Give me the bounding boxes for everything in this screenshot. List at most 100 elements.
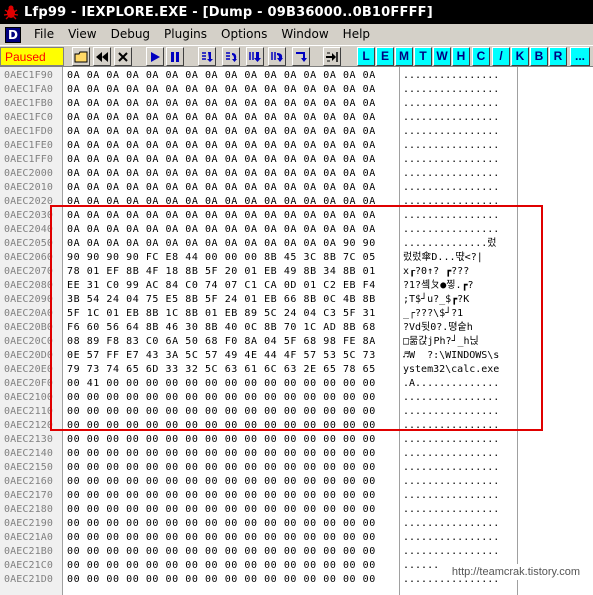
dump-row-ascii[interactable]: ................ bbox=[403, 195, 499, 209]
dump-row-ascii[interactable]: ..............렀 bbox=[403, 237, 497, 251]
trace-into-button[interactable] bbox=[246, 47, 264, 66]
dump-row-hex[interactable]: EE 31 C0 99 AC 84 C0 74 07 C1 CA 0D 01 C… bbox=[67, 279, 376, 293]
dump-row-ascii[interactable]: .A.............. bbox=[403, 377, 499, 391]
dump-row-hex[interactable]: 00 00 00 00 00 00 00 00 00 00 00 00 00 0… bbox=[67, 531, 376, 545]
threads-window-button[interactable]: T bbox=[414, 47, 432, 66]
dump-row-ascii[interactable]: ................ bbox=[403, 209, 499, 223]
dump-row-hex[interactable]: 0A 0A 0A 0A 0A 0A 0A 0A 0A 0A 0A 0A 0A 0… bbox=[67, 69, 376, 83]
dump-row-ascii[interactable]: ................ bbox=[403, 545, 499, 559]
dump-row-hex[interactable]: 79 73 74 65 6D 33 32 5C 63 61 6C 63 2E 6… bbox=[67, 363, 376, 377]
dump-row-ascii[interactable]: ................ bbox=[403, 517, 499, 531]
dump-row-ascii[interactable]: ................ bbox=[403, 447, 499, 461]
dump-row-hex[interactable]: 0A 0A 0A 0A 0A 0A 0A 0A 0A 0A 0A 0A 0A 0… bbox=[67, 209, 376, 223]
dump-row-hex[interactable]: 0A 0A 0A 0A 0A 0A 0A 0A 0A 0A 0A 0A 0A 0… bbox=[67, 83, 376, 97]
open-button[interactable] bbox=[72, 47, 90, 66]
dump-row-hex[interactable]: 0A 0A 0A 0A 0A 0A 0A 0A 0A 0A 0A 0A 0A 0… bbox=[67, 167, 376, 181]
dump-row-hex[interactable]: 0A 0A 0A 0A 0A 0A 0A 0A 0A 0A 0A 0A 0A 0… bbox=[67, 195, 376, 209]
dump-row-ascii[interactable]: x┎?0↑? ┏??? bbox=[403, 265, 469, 279]
more-windows-button[interactable]: ... bbox=[570, 47, 590, 66]
menu-file[interactable]: File bbox=[27, 25, 61, 44]
run-button[interactable] bbox=[146, 47, 164, 66]
dump-row-ascii[interactable]: ................ bbox=[403, 111, 499, 125]
dump-row-hex[interactable]: 00 00 00 00 00 00 00 00 00 00 00 00 00 0… bbox=[67, 447, 376, 461]
dump-row-hex[interactable]: 00 00 00 00 00 00 00 00 00 00 00 00 00 0… bbox=[67, 517, 376, 531]
memory-window-button[interactable]: M bbox=[395, 47, 413, 66]
dump-row-ascii[interactable]: _┌???\$┘?1 bbox=[403, 307, 463, 321]
title-bar[interactable]: Lfp99 - IEXPLORE.EXE - [Dump - 09B36000.… bbox=[0, 0, 593, 24]
cpu-window-button[interactable]: C bbox=[472, 47, 490, 66]
menu-plugins[interactable]: Plugins bbox=[157, 25, 214, 44]
menu-view[interactable]: View bbox=[61, 25, 103, 44]
dump-row-hex[interactable]: 0A 0A 0A 0A 0A 0A 0A 0A 0A 0A 0A 0A 0A 0… bbox=[67, 181, 376, 195]
dump-row-hex[interactable]: 78 01 EF 8B 4F 18 8B 5F 20 01 EB 49 8B 3… bbox=[67, 265, 376, 279]
trace-over-button[interactable] bbox=[268, 47, 286, 66]
dump-row-hex[interactable]: 0A 0A 0A 0A 0A 0A 0A 0A 0A 0A 0A 0A 0A 0… bbox=[67, 139, 376, 153]
modules-window-button[interactable]: E bbox=[376, 47, 394, 66]
pause-button[interactable] bbox=[166, 47, 184, 66]
dump-row-hex[interactable]: 00 00 00 00 00 00 00 00 00 00 00 00 00 0… bbox=[67, 433, 376, 447]
dump-row-hex[interactable]: 3B 54 24 04 75 E5 8B 5F 24 01 EB 66 8B 0… bbox=[67, 293, 376, 307]
dump-row-hex[interactable]: 00 00 00 00 00 00 00 00 00 00 00 00 00 0… bbox=[67, 573, 376, 587]
go-to-origin-button[interactable] bbox=[323, 47, 341, 66]
dump-row-hex[interactable]: 08 89 F8 83 C0 6A 50 68 F0 8A 04 5F 68 9… bbox=[67, 335, 376, 349]
dump-row-ascii[interactable]: ................ bbox=[403, 489, 499, 503]
dump-row-hex[interactable]: 00 00 00 00 00 00 00 00 00 00 00 00 00 0… bbox=[67, 559, 376, 573]
menu-window[interactable]: Window bbox=[274, 25, 335, 44]
dump-row-ascii[interactable]: ................ bbox=[403, 97, 499, 111]
dump-row-hex[interactable]: 90 90 90 90 FC E8 44 00 00 00 8B 45 3C 8… bbox=[67, 251, 376, 265]
hex-column[interactable]: 0A 0A 0A 0A 0A 0A 0A 0A 0A 0A 0A 0A 0A 0… bbox=[63, 67, 400, 595]
dump-row-ascii[interactable]: ................ bbox=[403, 125, 499, 139]
dump-row-ascii[interactable]: ................ bbox=[403, 405, 499, 419]
breakpoints-window-button[interactable]: B bbox=[530, 47, 548, 66]
step-into-button[interactable] bbox=[198, 47, 216, 66]
dump-row-hex[interactable]: 00 41 00 00 00 00 00 00 00 00 00 00 00 0… bbox=[67, 377, 376, 391]
dump-row-ascii[interactable]: ................ bbox=[403, 461, 499, 475]
handles-window-button[interactable]: H bbox=[452, 47, 470, 66]
windows-window-button[interactable]: W bbox=[433, 47, 451, 66]
dump-row-hex[interactable]: 00 00 00 00 00 00 00 00 00 00 00 00 00 0… bbox=[67, 419, 376, 433]
dump-row-hex[interactable]: 0A 0A 0A 0A 0A 0A 0A 0A 0A 0A 0A 0A 0A 0… bbox=[67, 97, 376, 111]
dump-row-ascii[interactable]: ................ bbox=[403, 153, 499, 167]
dump-row-hex[interactable]: 0A 0A 0A 0A 0A 0A 0A 0A 0A 0A 0A 0A 0A 0… bbox=[67, 125, 376, 139]
dump-row-hex[interactable]: 5F 1C 01 EB 8B 1C 8B 01 EB 89 5C 24 04 C… bbox=[67, 307, 376, 321]
dump-row-ascii[interactable]: ................ bbox=[403, 223, 499, 237]
dump-row-hex[interactable]: 00 00 00 00 00 00 00 00 00 00 00 00 00 0… bbox=[67, 391, 376, 405]
dump-row-hex[interactable]: 00 00 00 00 00 00 00 00 00 00 00 00 00 0… bbox=[67, 475, 376, 489]
dump-row-hex[interactable]: 0A 0A 0A 0A 0A 0A 0A 0A 0A 0A 0A 0A 0A 0… bbox=[67, 237, 376, 251]
menu-help[interactable]: Help bbox=[336, 25, 377, 44]
dump-row-hex[interactable]: 0A 0A 0A 0A 0A 0A 0A 0A 0A 0A 0A 0A 0A 0… bbox=[67, 111, 376, 125]
dump-row-ascii[interactable]: ................ bbox=[403, 83, 499, 97]
dump-row-ascii[interactable]: ystem32\calc.exe bbox=[403, 363, 499, 377]
ascii-column[interactable]: ........................................… bbox=[400, 67, 518, 595]
dump-row-ascii[interactable]: ................ bbox=[403, 181, 499, 195]
memory-dump-pane[interactable]: 0AEC1F90 0AEC1FA0 0AEC1FB0 0AEC1FC0 0AEC1FD0… bbox=[0, 67, 593, 595]
log-window-button[interactable]: L bbox=[357, 47, 375, 66]
step-over-button[interactable] bbox=[222, 47, 240, 66]
execute-till-return-button[interactable] bbox=[292, 47, 310, 66]
dump-row-hex[interactable]: 00 00 00 00 00 00 00 00 00 00 00 00 00 0… bbox=[67, 489, 376, 503]
dump-row-ascii[interactable]: ................ bbox=[403, 419, 499, 433]
dump-row-ascii[interactable]: ................ bbox=[403, 167, 499, 181]
dump-row-ascii[interactable]: ................ bbox=[403, 475, 499, 489]
restart-button[interactable] bbox=[93, 47, 111, 66]
dump-row-ascii[interactable]: ................ bbox=[403, 531, 499, 545]
menu-debug[interactable]: Debug bbox=[104, 25, 157, 44]
references-window-button[interactable]: R bbox=[549, 47, 567, 66]
dump-row-ascii[interactable]: ?1?솈ㄆ●찧.┏? bbox=[403, 279, 474, 293]
call-stack-window-button[interactable]: K bbox=[511, 47, 529, 66]
dump-row-hex[interactable]: 0A 0A 0A 0A 0A 0A 0A 0A 0A 0A 0A 0A 0A 0… bbox=[67, 153, 376, 167]
dump-row-ascii[interactable]: ;T$┘u?_$┏?K bbox=[403, 293, 469, 307]
menu-options[interactable]: Options bbox=[214, 25, 274, 44]
dump-row-ascii[interactable]: ................ bbox=[403, 69, 499, 83]
dump-row-ascii[interactable]: 렀렀傘D...땫<?| bbox=[403, 251, 483, 265]
dump-row-hex[interactable]: 00 00 00 00 00 00 00 00 00 00 00 00 00 0… bbox=[67, 405, 376, 419]
close-button[interactable] bbox=[114, 47, 132, 66]
dump-row-hex[interactable]: 00 00 00 00 00 00 00 00 00 00 00 00 00 0… bbox=[67, 461, 376, 475]
dump-row-ascii[interactable]: ?Vd뒷0?.뗭숱h bbox=[403, 321, 473, 335]
dump-row-ascii[interactable]: ................ bbox=[403, 391, 499, 405]
patches-window-button[interactable]: / bbox=[492, 47, 510, 66]
dump-row-ascii[interactable]: □묾갅jPh?┘_h닍 bbox=[403, 335, 479, 349]
dump-row-ascii[interactable]: ................ bbox=[403, 503, 499, 517]
dump-row-hex[interactable]: 00 00 00 00 00 00 00 00 00 00 00 00 00 0… bbox=[67, 503, 376, 517]
dump-row-hex[interactable]: 0A 0A 0A 0A 0A 0A 0A 0A 0A 0A 0A 0A 0A 0… bbox=[67, 223, 376, 237]
